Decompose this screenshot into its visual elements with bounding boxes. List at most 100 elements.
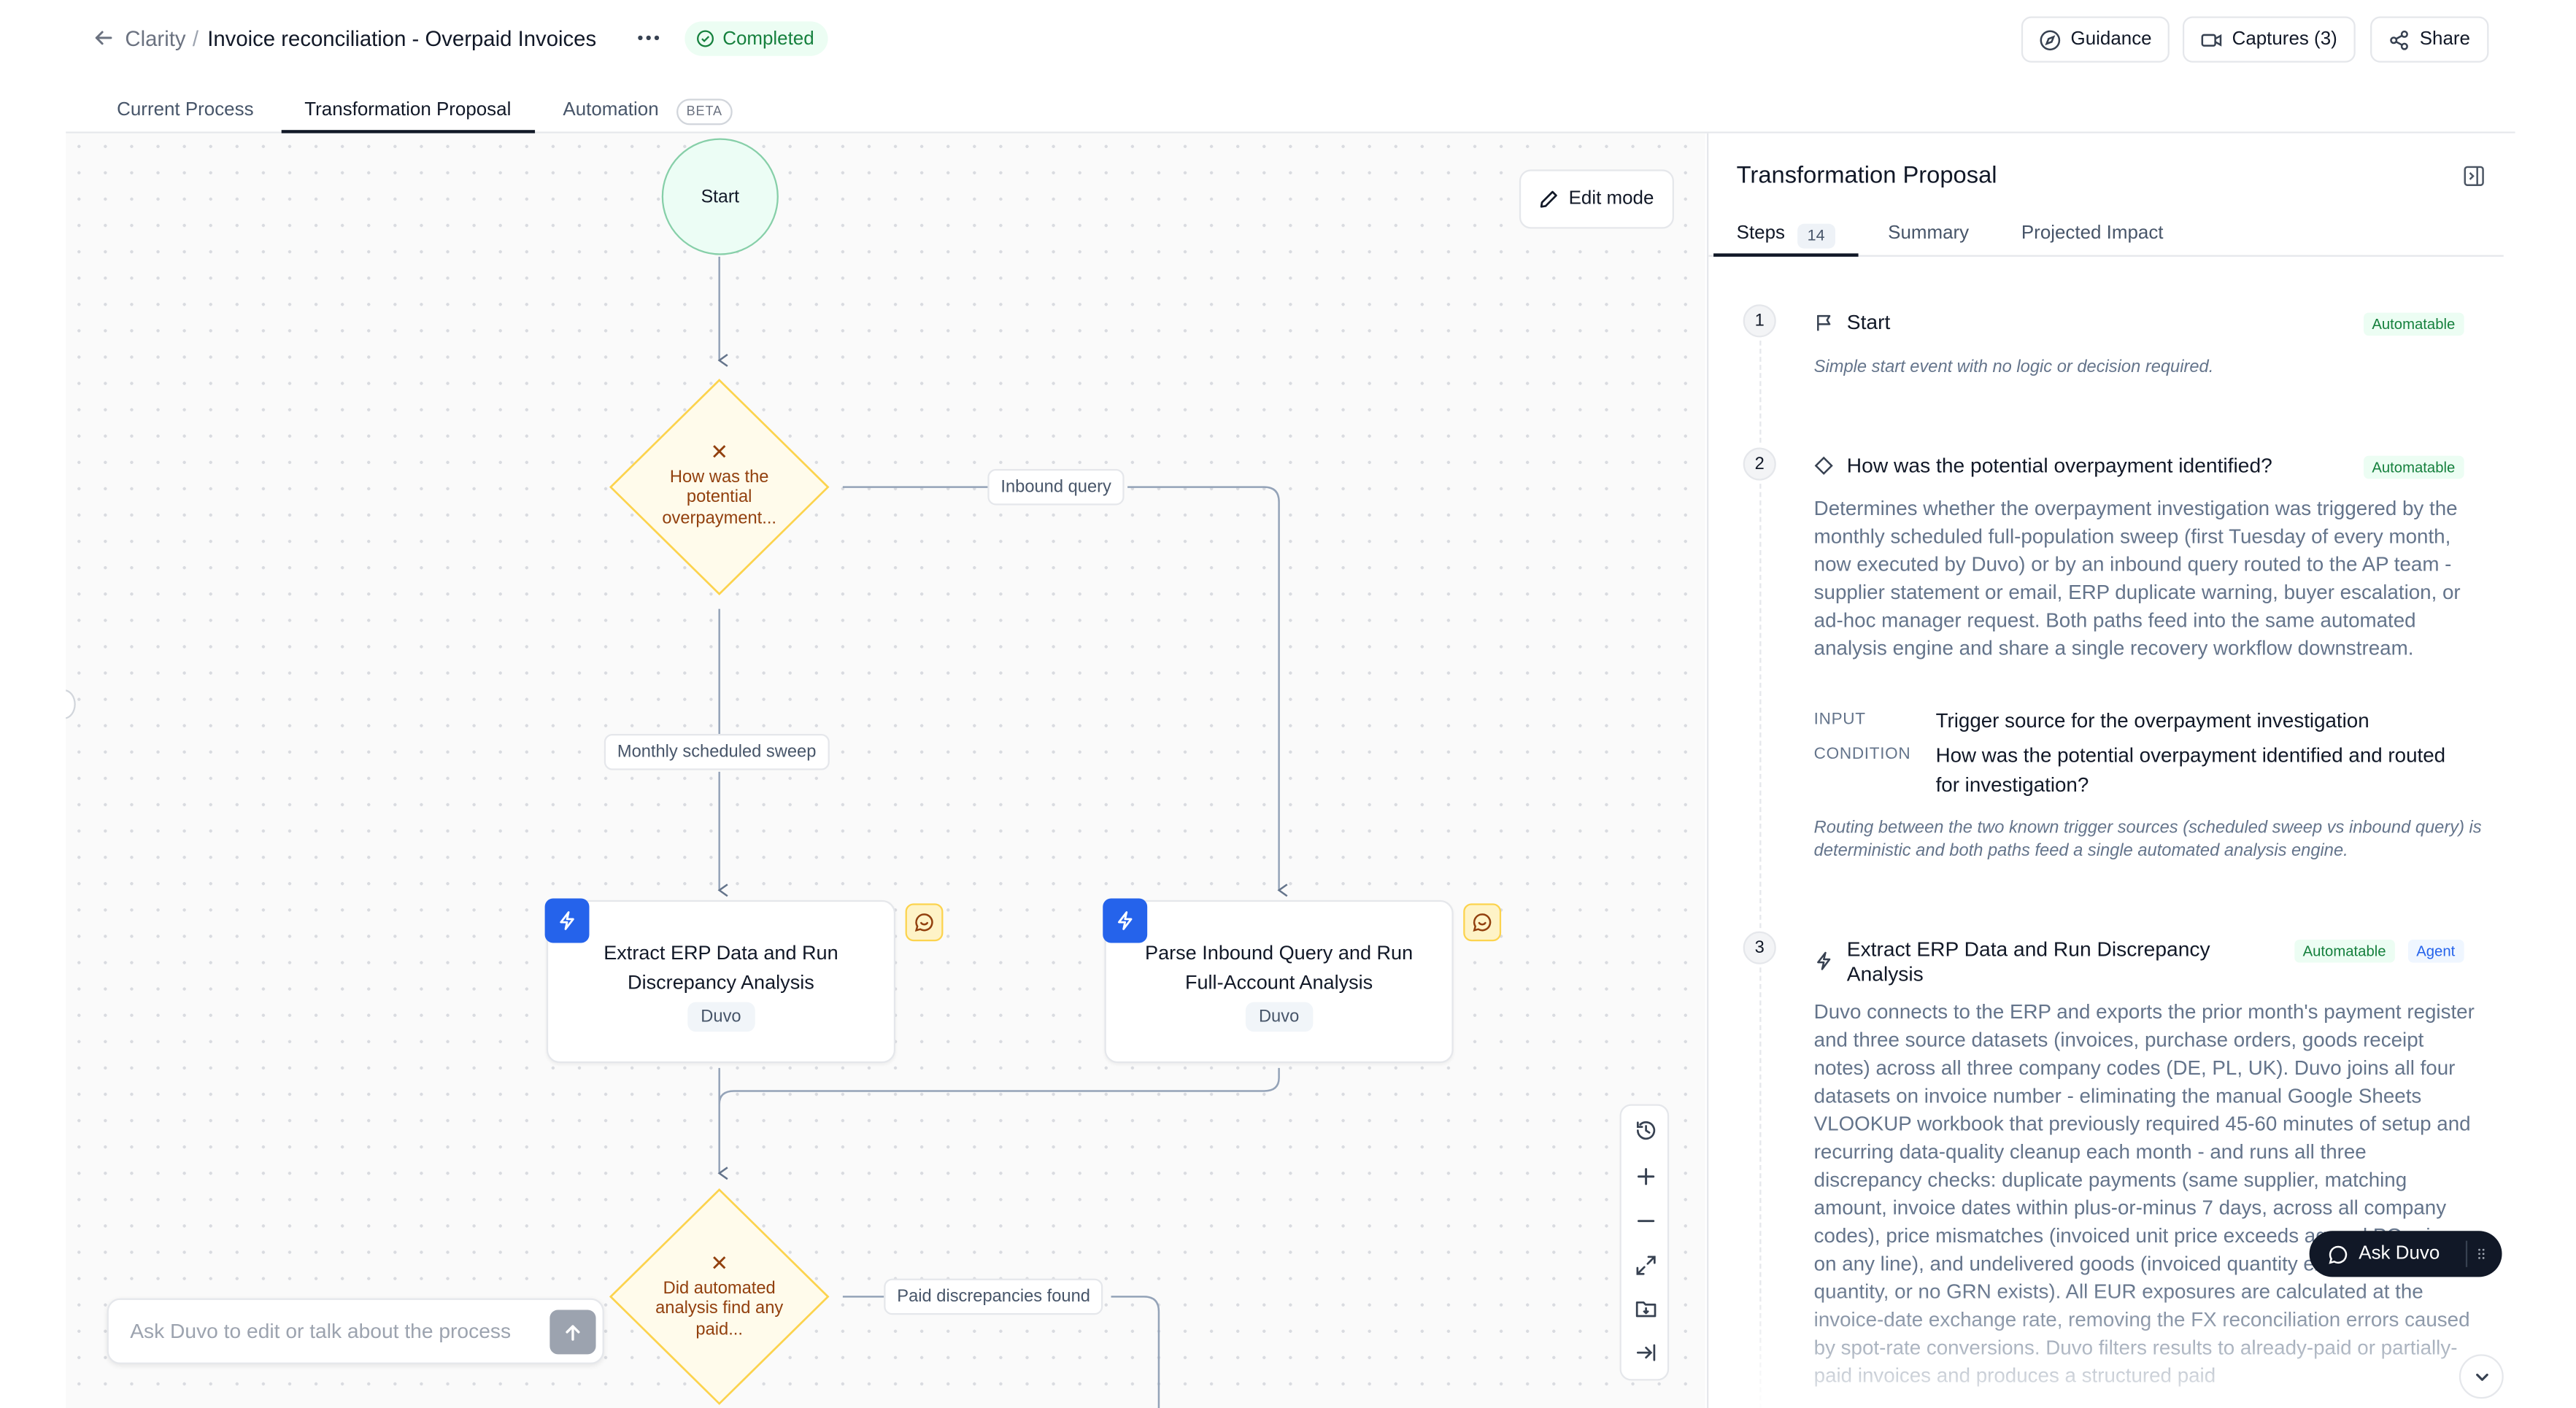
decision2-text: Did automated analysis find any paid... bbox=[655, 1277, 784, 1339]
agent-badge: Agent bbox=[2407, 939, 2464, 963]
diamond-icon bbox=[1814, 456, 1833, 475]
step-number: 3 bbox=[1743, 931, 1776, 964]
panel-tabs: Steps 14 Summary Projected Impact bbox=[1708, 220, 2504, 257]
condition-value: How was the potential overpayment identi… bbox=[1935, 743, 2446, 797]
ask-duvo-label: Ask Duvo bbox=[2359, 1244, 2440, 1264]
step-description: Determines whether the overpayment inves… bbox=[1813, 497, 2461, 660]
decision1-label: ✕ How was the potential overpayment... bbox=[637, 439, 802, 528]
input-value: Trigger source for the overpayment inves… bbox=[1935, 709, 2369, 732]
compass-icon bbox=[2040, 29, 2061, 50]
panel-title: Transformation Proposal bbox=[1736, 163, 1997, 190]
x-icon: ✕ bbox=[710, 1250, 728, 1276]
automatable-badge: Automatable bbox=[2364, 312, 2464, 336]
step-title[interactable]: Extract ERP Data and Run Discrepancy Ana… bbox=[1847, 938, 2259, 988]
status-text: Completed bbox=[722, 28, 814, 49]
edge-paid-right bbox=[1111, 1296, 1160, 1408]
tab-summary[interactable]: Summary bbox=[1888, 224, 1969, 244]
history-icon[interactable] bbox=[1631, 1115, 1659, 1143]
share-label: Share bbox=[2419, 29, 2470, 50]
tab-transformation-proposal[interactable]: Transformation Proposal bbox=[304, 101, 511, 120]
step-note: Routing between the two known trigger so… bbox=[1813, 818, 2482, 861]
steps-count-badge: 14 bbox=[1797, 223, 1835, 249]
check-circle-icon bbox=[697, 30, 714, 47]
chat-bubble-icon bbox=[2329, 1245, 2348, 1264]
flow-edges bbox=[609, 256, 1288, 1408]
edge-inbound-right bbox=[1127, 486, 1288, 897]
start-node[interactable]: Start bbox=[661, 138, 779, 255]
ask-duvo-button[interactable]: Ask Duvo bbox=[2309, 1231, 2502, 1277]
breadcrumb-separator: / bbox=[192, 26, 199, 51]
edge-label-paid-discrepancies[interactable]: Paid discrepancies found bbox=[884, 1278, 1103, 1315]
canvas-toolbar bbox=[1619, 1104, 1670, 1381]
input-key: INPUT bbox=[1813, 711, 1866, 730]
step-note: Simple start event with no logic or deci… bbox=[1813, 357, 2214, 377]
tab-current-process[interactable]: Current Process bbox=[117, 101, 253, 120]
view-tabs: Current Process Transformation Proposal … bbox=[66, 92, 2515, 134]
edge-label-monthly-sweep[interactable]: Monthly scheduled sweep bbox=[603, 733, 830, 770]
ask-duvo-input[interactable] bbox=[130, 1319, 550, 1343]
process-canvas[interactable]: Start ✕ How was the potential overpaymen… bbox=[66, 133, 1705, 1408]
scroll-down-button[interactable] bbox=[2459, 1354, 2504, 1399]
page-title: Invoice reconciliation - Overpaid Invoic… bbox=[207, 26, 597, 51]
step-connector bbox=[1759, 484, 1762, 929]
task-card-parse-inbound[interactable]: Parse Inbound Query and Run Full-Account… bbox=[1104, 900, 1454, 1064]
comment-icon[interactable] bbox=[1463, 903, 1502, 942]
task-owner: Duvo bbox=[1245, 1002, 1313, 1032]
step-title[interactable]: Start bbox=[1847, 311, 1891, 336]
export-icon[interactable] bbox=[1631, 1338, 1659, 1366]
fit-view-icon[interactable] bbox=[1631, 1250, 1659, 1278]
bolt-icon bbox=[1817, 951, 1831, 970]
header: Clarity / Invoice reconciliation - Overp… bbox=[0, 0, 2576, 79]
automatable-badge: Automatable bbox=[2294, 939, 2394, 963]
zoom-out-icon[interactable] bbox=[1631, 1206, 1659, 1234]
task-title: Extract ERP Data and Run Discrepancy Ana… bbox=[603, 941, 838, 994]
proposal-panel: Transformation Proposal Steps 14 Summary… bbox=[1707, 133, 2515, 1408]
status-badge: Completed bbox=[685, 21, 828, 56]
step-number: 2 bbox=[1743, 447, 1776, 481]
step-title[interactable]: How was the potential overpayment identi… bbox=[1847, 454, 2272, 479]
active-panel-tab-indicator bbox=[1713, 253, 1859, 257]
step-connector bbox=[1759, 340, 1762, 443]
share-button[interactable]: Share bbox=[2370, 16, 2488, 63]
share-icon bbox=[2390, 29, 2408, 50]
step-number: 1 bbox=[1743, 304, 1776, 338]
zoom-in-icon[interactable] bbox=[1631, 1161, 1659, 1189]
decision2-label: ✕ Did automated analysis find any paid..… bbox=[637, 1250, 802, 1339]
tab-projected-impact[interactable]: Projected Impact bbox=[2021, 224, 2164, 244]
drag-grip-icon[interactable] bbox=[2465, 1240, 2486, 1267]
task-owner: Duvo bbox=[687, 1002, 755, 1032]
guidance-label: Guidance bbox=[2070, 29, 2152, 50]
edge-label-inbound-query[interactable]: Inbound query bbox=[987, 468, 1125, 506]
captures-label: Captures (3) bbox=[2232, 29, 2337, 50]
back-arrow-icon[interactable] bbox=[92, 26, 115, 50]
automation-bolt-icon bbox=[544, 898, 590, 943]
scroll-fade bbox=[1708, 1285, 2515, 1408]
automation-bolt-icon bbox=[1103, 898, 1148, 943]
x-icon: ✕ bbox=[710, 439, 728, 465]
collapse-panel-icon[interactable] bbox=[2462, 165, 2486, 188]
start-node-label: Start bbox=[701, 187, 740, 207]
tab-steps[interactable]: Steps bbox=[1737, 224, 1785, 244]
edit-mode-label: Edit mode bbox=[1568, 189, 1654, 209]
edge-task2-merge bbox=[718, 1067, 1280, 1105]
folder-download-icon[interactable] bbox=[1631, 1293, 1659, 1321]
automatable-badge: Automatable bbox=[2364, 455, 2464, 479]
beta-badge: BETA bbox=[676, 98, 733, 125]
task-title: Parse Inbound Query and Run Full-Account… bbox=[1145, 941, 1414, 994]
tab-automation[interactable]: Automation bbox=[563, 101, 658, 120]
chevron-down-icon bbox=[2475, 1372, 2488, 1380]
breadcrumb-root[interactable]: Clarity bbox=[125, 26, 185, 51]
edit-mode-button[interactable]: Edit mode bbox=[1519, 169, 1674, 229]
condition-key: CONDITION bbox=[1813, 745, 1911, 764]
guidance-button[interactable]: Guidance bbox=[2021, 16, 2170, 63]
captures-button[interactable]: Captures (3) bbox=[2182, 16, 2356, 63]
arrow-up-icon bbox=[566, 1324, 580, 1340]
decision1-text: How was the potential overpayment... bbox=[662, 466, 777, 527]
task-card-extract-erp[interactable]: Extract ERP Data and Run Discrepancy Ana… bbox=[546, 900, 896, 1064]
ask-duvo-bar bbox=[107, 1298, 604, 1364]
video-camera-icon bbox=[2201, 33, 2222, 46]
comment-icon[interactable] bbox=[905, 903, 944, 942]
more-options-icon[interactable] bbox=[633, 23, 663, 53]
send-button[interactable] bbox=[549, 1310, 596, 1355]
flag-icon bbox=[1817, 314, 1831, 331]
